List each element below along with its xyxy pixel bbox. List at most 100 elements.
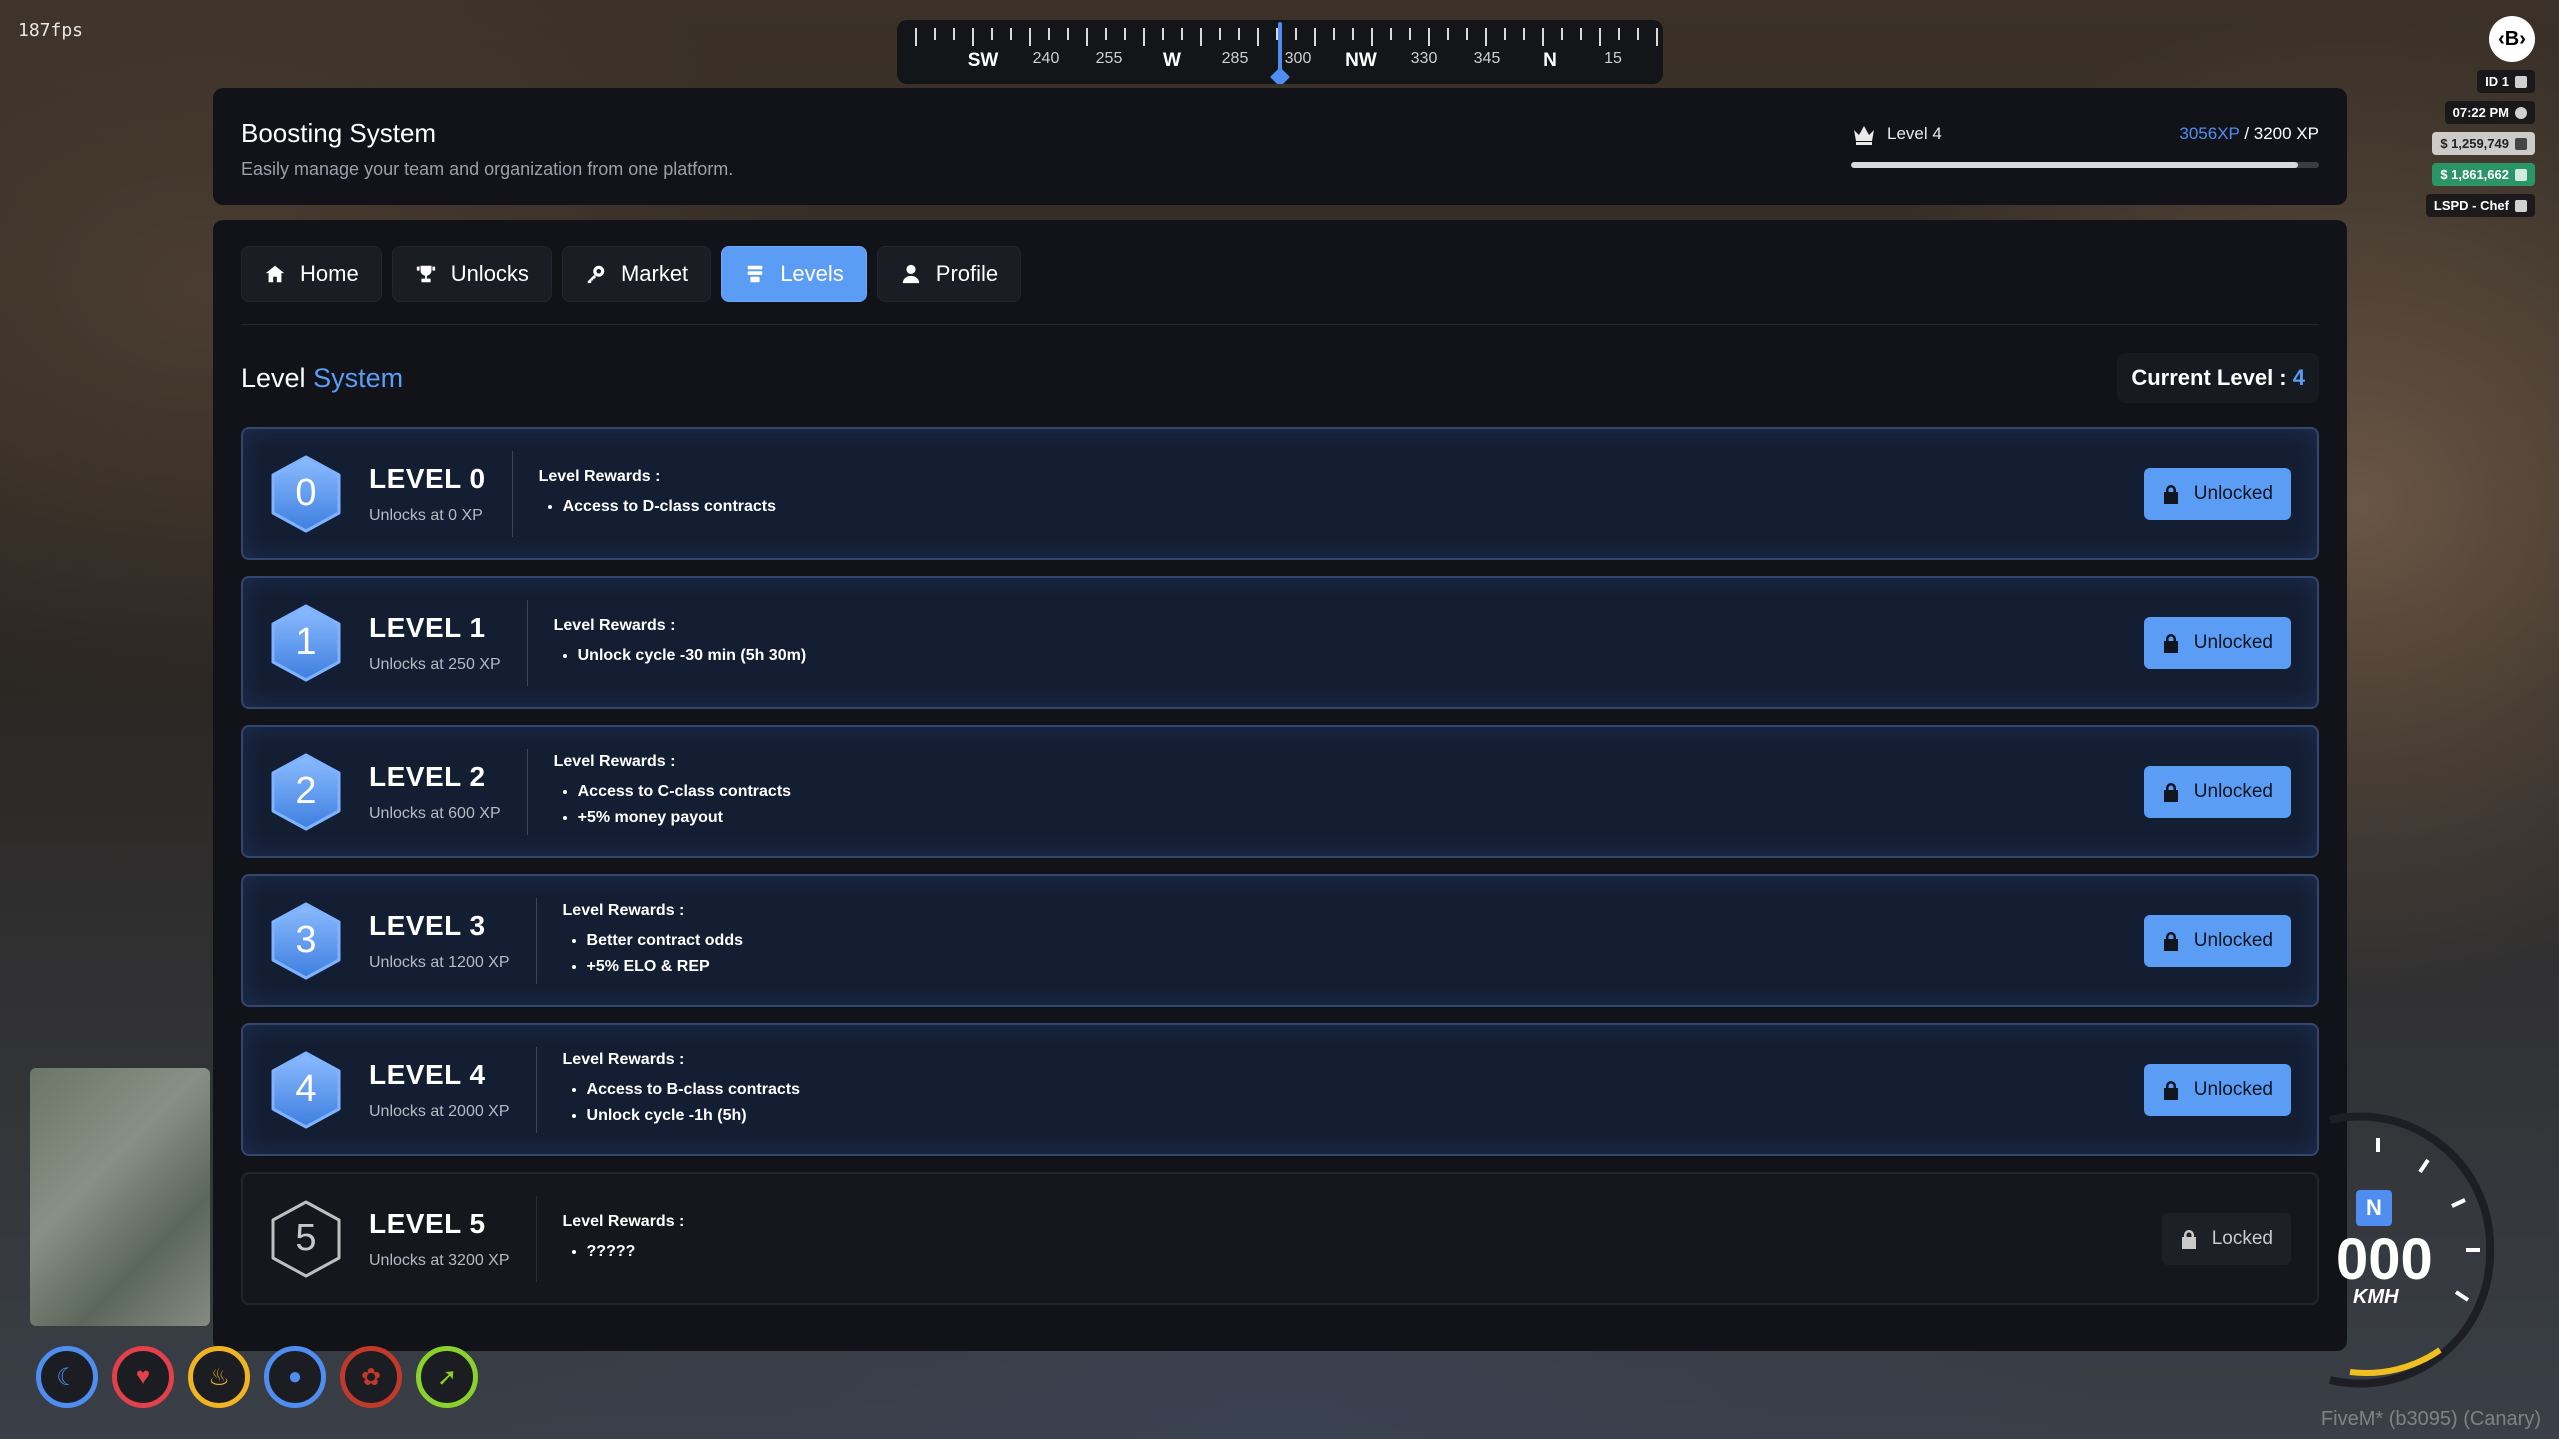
rewards-list: ????? [563, 1239, 685, 1265]
compass-tick [1466, 28, 1468, 40]
compass-label: N [1543, 50, 1557, 71]
compass-tick [1542, 28, 1544, 46]
compass-tick [1181, 28, 1183, 40]
level-unlock-requirement: Unlocks at 3200 XP [369, 1251, 510, 1269]
compass-tick [1124, 28, 1126, 40]
tab-levels[interactable]: Levels [721, 246, 867, 302]
level-rewards: Level Rewards : Access to D-class contrac… [539, 468, 776, 520]
compass-label: SW [967, 50, 999, 71]
trophy-icon [415, 263, 437, 285]
id-card-icon [2515, 75, 2527, 88]
compass-tick [1390, 28, 1392, 40]
crown-icon [1854, 126, 1874, 145]
level-hex-badge: 2 [269, 752, 343, 832]
status-icons: ☾ ♥ ♨ ● ✿ ➚ [36, 1346, 478, 1408]
fivem-watermark: FiveM* (b3095) (Canary) [2320, 1408, 2541, 1430]
cash-icon [2515, 137, 2527, 150]
level-unlock-requirement: Unlocks at 600 XP [369, 804, 501, 822]
unlocked-status-button[interactable]: Unlocked [2143, 1063, 2291, 1116]
tab-label: Home [300, 261, 359, 286]
stress-icon: ✿ [340, 1346, 402, 1408]
unlocked-status-button[interactable]: Unlocked [2143, 914, 2291, 967]
rewards-title: Level Rewards : [553, 616, 676, 634]
compass-tick [1238, 28, 1240, 40]
compass-tick [1523, 28, 1525, 40]
job-text: LSPD - Chef [2433, 198, 2509, 213]
level-card: 5 LEVEL 5 Unlocks at 3200 XP Level Rewards … [241, 1172, 2319, 1305]
level-unlock-requirement: Unlocks at 2000 XP [369, 1102, 510, 1120]
compass-tick [1504, 28, 1506, 40]
compass-tick [1219, 28, 1221, 40]
bank-text: $ 1,861,662 [2440, 167, 2509, 182]
rewards-list: Access to D-class contracts [539, 494, 776, 520]
level-number: 0 [295, 472, 317, 514]
compass-tick [1048, 28, 1050, 40]
tab-home[interactable]: Home [241, 246, 382, 302]
level-rewards: Level Rewards : Unlock cycle -30 min (5h … [554, 617, 807, 669]
level-card: 4 LEVEL 4 Unlocks at 2000 XP Level Rewards … [241, 1023, 2319, 1156]
level-unlock-requirement: Unlocks at 0 XP [369, 506, 483, 524]
level-number: 4 [295, 1068, 317, 1110]
compass-tick [1580, 28, 1582, 40]
compass-tick [1295, 28, 1297, 40]
compass-tick [934, 28, 936, 40]
current-level-label: Current Level : [2131, 365, 2287, 390]
status-label: Unlocked [2193, 1078, 2273, 1100]
level-number: 5 [295, 1217, 317, 1259]
level-info: LEVEL 4 Unlocks at 2000 XP [369, 1046, 537, 1133]
unlocked-status-button[interactable]: Unlocked [2143, 616, 2291, 669]
reward-item: Access to B-class contracts [587, 1077, 800, 1103]
compass-tick [1010, 28, 1012, 40]
xp-bar [1851, 162, 2319, 168]
reward-item: Unlock cycle -30 min (5h 30m) [578, 643, 807, 669]
locked-status-button[interactable]: Locked [2161, 1212, 2291, 1265]
speed-readout: 000 [2336, 1227, 2433, 1292]
status-label: Unlocked [2193, 929, 2273, 951]
compass-tick [1105, 28, 1107, 40]
compass-tick [972, 28, 974, 46]
bank-display: $ 1,861,662 [2432, 163, 2535, 186]
level-hex-badge: 4 [269, 1050, 343, 1130]
level-number: 2 [295, 770, 317, 812]
tab-label: Unlocks [450, 261, 529, 286]
section-title-a: Level [241, 362, 306, 393]
level-name: LEVEL 0 [369, 462, 486, 494]
xp-max: 3200 XP [2253, 124, 2319, 143]
status-label: Locked [2211, 1227, 2273, 1249]
reward-item: Better contract odds [587, 928, 743, 954]
compass-label: W [1163, 50, 1181, 71]
xp-progress: Level 4 3056XP / 3200 XP [1851, 122, 2319, 168]
level-card: 3 LEVEL 3 Unlocks at 1200 XP Level Rewards … [241, 874, 2319, 1007]
level-hex-badge: 0 [269, 454, 343, 534]
unlocked-status-button[interactable]: Unlocked [2143, 467, 2291, 520]
tab-market[interactable]: Market [561, 246, 712, 302]
level-info: LEVEL 2 Unlocks at 600 XP [369, 748, 528, 835]
level-card: 0 LEVEL 0 Unlocks at 0 XP Level Rewards : Ac… [241, 427, 2319, 560]
level-unlock-requirement: Unlocks at 250 XP [369, 655, 501, 673]
compass-tick [1428, 28, 1430, 46]
divider [241, 324, 2319, 325]
tab-profile[interactable]: Profile [876, 246, 1022, 302]
compass-tick [1029, 28, 1031, 46]
compass-tick [915, 28, 917, 46]
reward-item: Access to C-class contracts [578, 779, 791, 805]
compass-needle [1278, 22, 1282, 78]
compass-tick [991, 28, 993, 40]
lock-icon [2180, 1229, 2198, 1249]
compass-tick [1143, 28, 1145, 46]
unlocked-status-button[interactable]: Unlocked [2143, 765, 2291, 818]
lock-icon [2162, 484, 2180, 504]
rewards-list: Unlock cycle -30 min (5h 30m) [554, 643, 807, 669]
xp-values: 3056XP / 3200 XP [2179, 124, 2319, 144]
compass-label: 300 [1284, 50, 1312, 67]
health-icon: ♥ [112, 1346, 174, 1408]
current-level-value: 4 [2292, 365, 2305, 390]
reward-item: +5% ELO & REP [587, 954, 743, 980]
xp-bar-fill [1851, 162, 2298, 168]
tab-unlocks[interactable]: Unlocks [391, 246, 552, 302]
rewards-list: Better contract odds+5% ELO & REP [563, 928, 743, 980]
compass-tick [1333, 28, 1335, 40]
level-number: 1 [295, 621, 317, 663]
speed-unit: KMH [2353, 1286, 2399, 1308]
level-unlock-requirement: Unlocks at 1200 XP [369, 953, 510, 971]
